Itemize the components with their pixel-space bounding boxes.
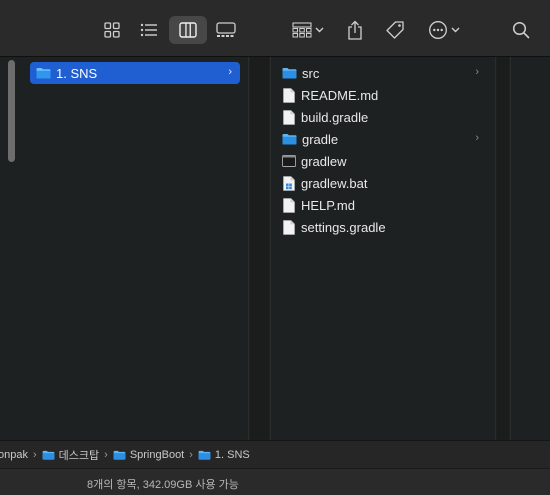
- list-item[interactable]: README.md: [282, 84, 487, 106]
- crumb-label: SpringBoot: [129, 448, 185, 461]
- group-icon: [292, 22, 312, 38]
- list-item[interactable]: HELP.md: [282, 194, 487, 216]
- item-label: src: [302, 65, 320, 81]
- empty-column: [510, 57, 550, 440]
- status-bar: 8개의 항목, 342.09GB 사용 가능: [0, 468, 550, 495]
- search-button[interactable]: [508, 16, 534, 44]
- list-item[interactable]: gradlew.bat: [282, 172, 487, 194]
- list-item[interactable]: gradle ›: [282, 128, 487, 150]
- chevron-right-icon: ›: [475, 132, 479, 144]
- tag-button[interactable]: [382, 16, 408, 44]
- group-button[interactable]: [288, 16, 328, 44]
- tag-icon: [386, 21, 404, 39]
- column-browser: 1. SNS › src › README.md build.gradle gr…: [0, 57, 550, 440]
- chevron-down-icon: [315, 27, 324, 33]
- windows-file-icon: [283, 175, 295, 191]
- path-crumb-springboot[interactable]: SpringBoot: [113, 449, 184, 461]
- crumb-label: 데스크탑: [58, 449, 100, 462]
- list-item[interactable]: settings.gradle: [282, 216, 487, 238]
- item-label: build.gradle: [301, 109, 369, 125]
- folder-icon: [113, 450, 126, 460]
- list-item[interactable]: build.gradle: [282, 106, 487, 128]
- list-item[interactable]: src ›: [282, 62, 487, 84]
- column-scroll-left: [0, 57, 23, 440]
- folder-icon: [36, 68, 51, 79]
- path-crumb-user[interactable]: onpak: [0, 449, 28, 461]
- share-button[interactable]: [342, 16, 368, 44]
- folder-label: 1. SNS: [56, 65, 98, 81]
- folder-icon: [282, 68, 297, 79]
- finder-toolbar: [0, 0, 550, 57]
- gallery-view-icon: [216, 22, 236, 37]
- gallery-view-button[interactable]: [212, 16, 240, 44]
- folder-icon: [198, 450, 211, 460]
- share-icon: [348, 20, 362, 40]
- item-label: gradlew: [301, 153, 347, 169]
- path-bar: onpak › 데스크탑 › SpringBoot › 1. SNS: [0, 440, 550, 468]
- list-view-icon: [140, 23, 157, 37]
- search-icon: [512, 21, 530, 39]
- document-icon: [283, 109, 295, 125]
- terminal-icon: [282, 155, 296, 167]
- item-label: gradlew.bat: [301, 175, 368, 191]
- chevron-right-icon: ›: [32, 448, 37, 461]
- list-view-button[interactable]: [135, 16, 163, 44]
- column-divider[interactable]: [250, 57, 269, 440]
- chevron-right-icon: ›: [475, 66, 479, 78]
- item-label: README.md: [301, 87, 379, 103]
- parent-column: [23, 57, 249, 440]
- chevron-down-icon: [451, 27, 460, 33]
- chevron-right-icon: ›: [189, 448, 193, 461]
- vertical-scrollbar[interactable]: [8, 60, 15, 162]
- document-icon: [283, 197, 295, 213]
- crumb-label: 1. SNS: [214, 448, 250, 461]
- item-label: HELP.md: [301, 197, 355, 213]
- folder-icon: [282, 134, 297, 145]
- icon-view-button[interactable]: [98, 16, 126, 44]
- crumb-label: onpak: [0, 448, 28, 461]
- item-label: gradle: [302, 131, 339, 147]
- document-icon: [283, 219, 295, 235]
- column-divider[interactable]: [497, 57, 509, 440]
- item-label: settings.gradle: [301, 219, 386, 235]
- document-icon: [283, 87, 295, 103]
- folder-icon: [42, 450, 54, 460]
- more-icon: [429, 21, 447, 39]
- column-view-button[interactable]: [169, 16, 207, 44]
- icon-view-grid-icon: [104, 22, 120, 38]
- path-crumb-sns[interactable]: 1. SNS: [198, 449, 250, 461]
- column-view-icon: [179, 22, 197, 38]
- status-text: 8개의 항목, 342.09GB 사용 가능: [87, 479, 239, 491]
- path-crumb-desktop[interactable]: 데스크탑: [42, 447, 99, 463]
- chevron-right-icon: ›: [104, 448, 108, 461]
- chevron-right-icon: ›: [228, 66, 232, 78]
- list-item[interactable]: gradlew: [282, 150, 487, 172]
- selected-folder-row[interactable]: 1. SNS ›: [30, 62, 240, 84]
- more-actions-button[interactable]: [424, 16, 464, 44]
